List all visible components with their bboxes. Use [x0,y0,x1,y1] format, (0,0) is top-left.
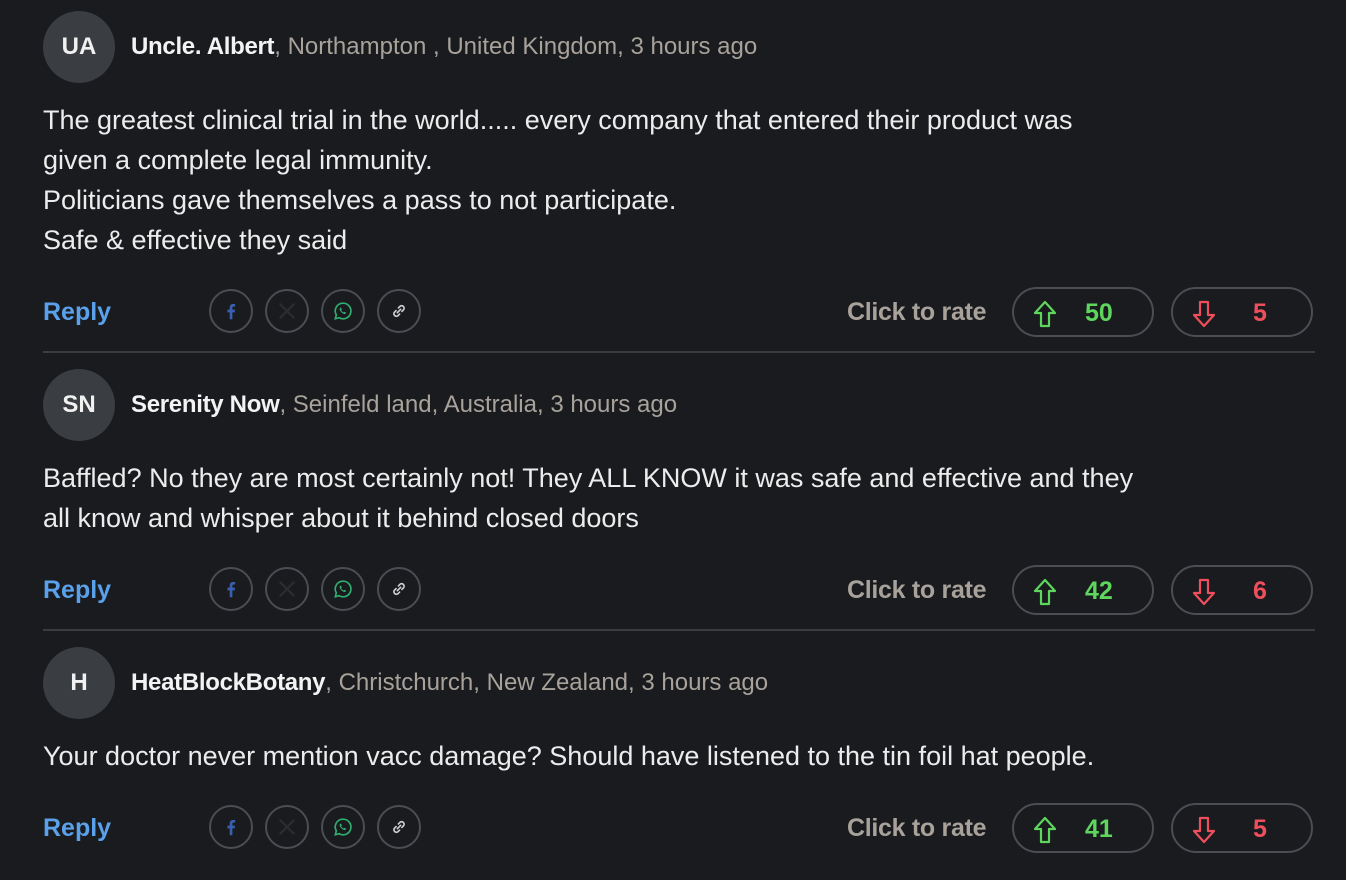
comment-author[interactable]: Uncle. Albert [131,33,275,60]
share-x-button[interactable] [265,805,309,849]
downvote-count: 5 [1253,815,1267,843]
share-facebook-button[interactable] [209,289,253,333]
comment-body: Your doctor never mention vacc damage? S… [43,736,1315,776]
share-link-button[interactable] [377,805,421,849]
upvote-button[interactable]: 41 [1012,803,1154,853]
link-icon [393,582,405,596]
share-whatsapp-button[interactable] [321,567,365,611]
facebook-icon [227,581,236,598]
comment-body-line: given a complete legal immunity. [43,145,433,175]
facebook-icon [227,819,236,836]
comment-body: The greatest clinical trial in the world… [43,100,1315,260]
downvote-count: 6 [1253,577,1267,605]
whatsapp-icon [334,818,352,836]
share-link-button[interactable] [377,289,421,333]
comment-timestamp: 3 hours ago [630,33,758,60]
share-facebook-button[interactable] [209,805,253,849]
comment-timestamp: 3 hours ago [550,391,678,418]
whatsapp-icon [334,302,352,320]
share-link-button[interactable] [377,567,421,611]
arrow-down-icon [1192,816,1216,844]
comment-author[interactable]: HeatBlockBotany [131,669,326,696]
avatar[interactable]: H [43,647,115,719]
comment-meta: Uncle. Albert, Northampton , United King… [131,33,758,60]
comment-body: Baffled? No they are most certainly not!… [43,458,1315,538]
divider [43,351,1315,353]
comment-timestamp: 3 hours ago [641,669,769,696]
x-icon [279,819,295,835]
arrow-down-icon [1192,578,1216,606]
downvote-count: 5 [1253,299,1267,327]
facebook-icon [227,303,236,320]
comment-location: Northampton , United Kingdom [287,33,618,60]
comment-location: Christchurch, New Zealand [338,669,629,696]
comment-actions: Reply Click to rate 50 5 [43,287,1315,339]
share-x-button[interactable] [265,289,309,333]
link-icon [393,820,405,834]
rate-label: Click to rate [847,298,987,326]
upvote-button[interactable]: 50 [1012,287,1154,337]
comment-actions: Reply Click to rate 42 6 [43,565,1315,617]
comment-body-line: Your doctor never mention vacc damage? S… [43,741,1095,771]
whatsapp-icon [334,580,352,598]
upvote-count: 42 [1085,577,1113,605]
downvote-button[interactable]: 6 [1171,565,1313,615]
arrow-up-icon [1033,816,1057,844]
comment-body-line: Politicians gave themselves a pass to no… [43,185,677,215]
avatar[interactable]: SN [43,369,115,441]
share-facebook-button[interactable] [209,567,253,611]
x-icon [279,581,295,597]
comment-body-line: Safe & effective they said [43,225,348,255]
comment-actions: Reply Click to rate 41 5 [43,803,1315,855]
downvote-button[interactable]: 5 [1171,803,1313,853]
share-whatsapp-button[interactable] [321,805,365,849]
upvote-button[interactable]: 42 [1012,565,1154,615]
comment-body-line: The greatest clinical trial in the world… [43,105,1073,135]
rate-label: Click to rate [847,576,987,604]
comment-meta: Serenity Now, Seinfeld land, Australia, … [131,391,678,418]
comment-location: Seinfeld land, Australia [292,391,537,418]
share-whatsapp-button[interactable] [321,289,365,333]
upvote-count: 50 [1085,299,1113,327]
share-x-button[interactable] [265,567,309,611]
divider [43,629,1315,631]
reply-button[interactable]: Reply [43,814,111,843]
reply-button[interactable]: Reply [43,576,111,605]
downvote-button[interactable]: 5 [1171,287,1313,337]
link-icon [393,304,405,318]
comment-author[interactable]: Serenity Now [131,391,280,418]
arrow-up-icon [1033,300,1057,328]
arrow-up-icon [1033,578,1057,606]
x-icon [279,303,295,319]
comment-body-line: all know and whisper about it behind clo… [43,503,639,533]
arrow-down-icon [1192,300,1216,328]
upvote-count: 41 [1085,815,1113,843]
comment-body-line: Baffled? No they are most certainly not!… [43,463,1134,493]
rate-label: Click to rate [847,814,987,842]
comment-meta: HeatBlockBotany, Christchurch, New Zeala… [131,669,769,696]
reply-button[interactable]: Reply [43,298,111,327]
avatar[interactable]: UA [43,11,115,83]
